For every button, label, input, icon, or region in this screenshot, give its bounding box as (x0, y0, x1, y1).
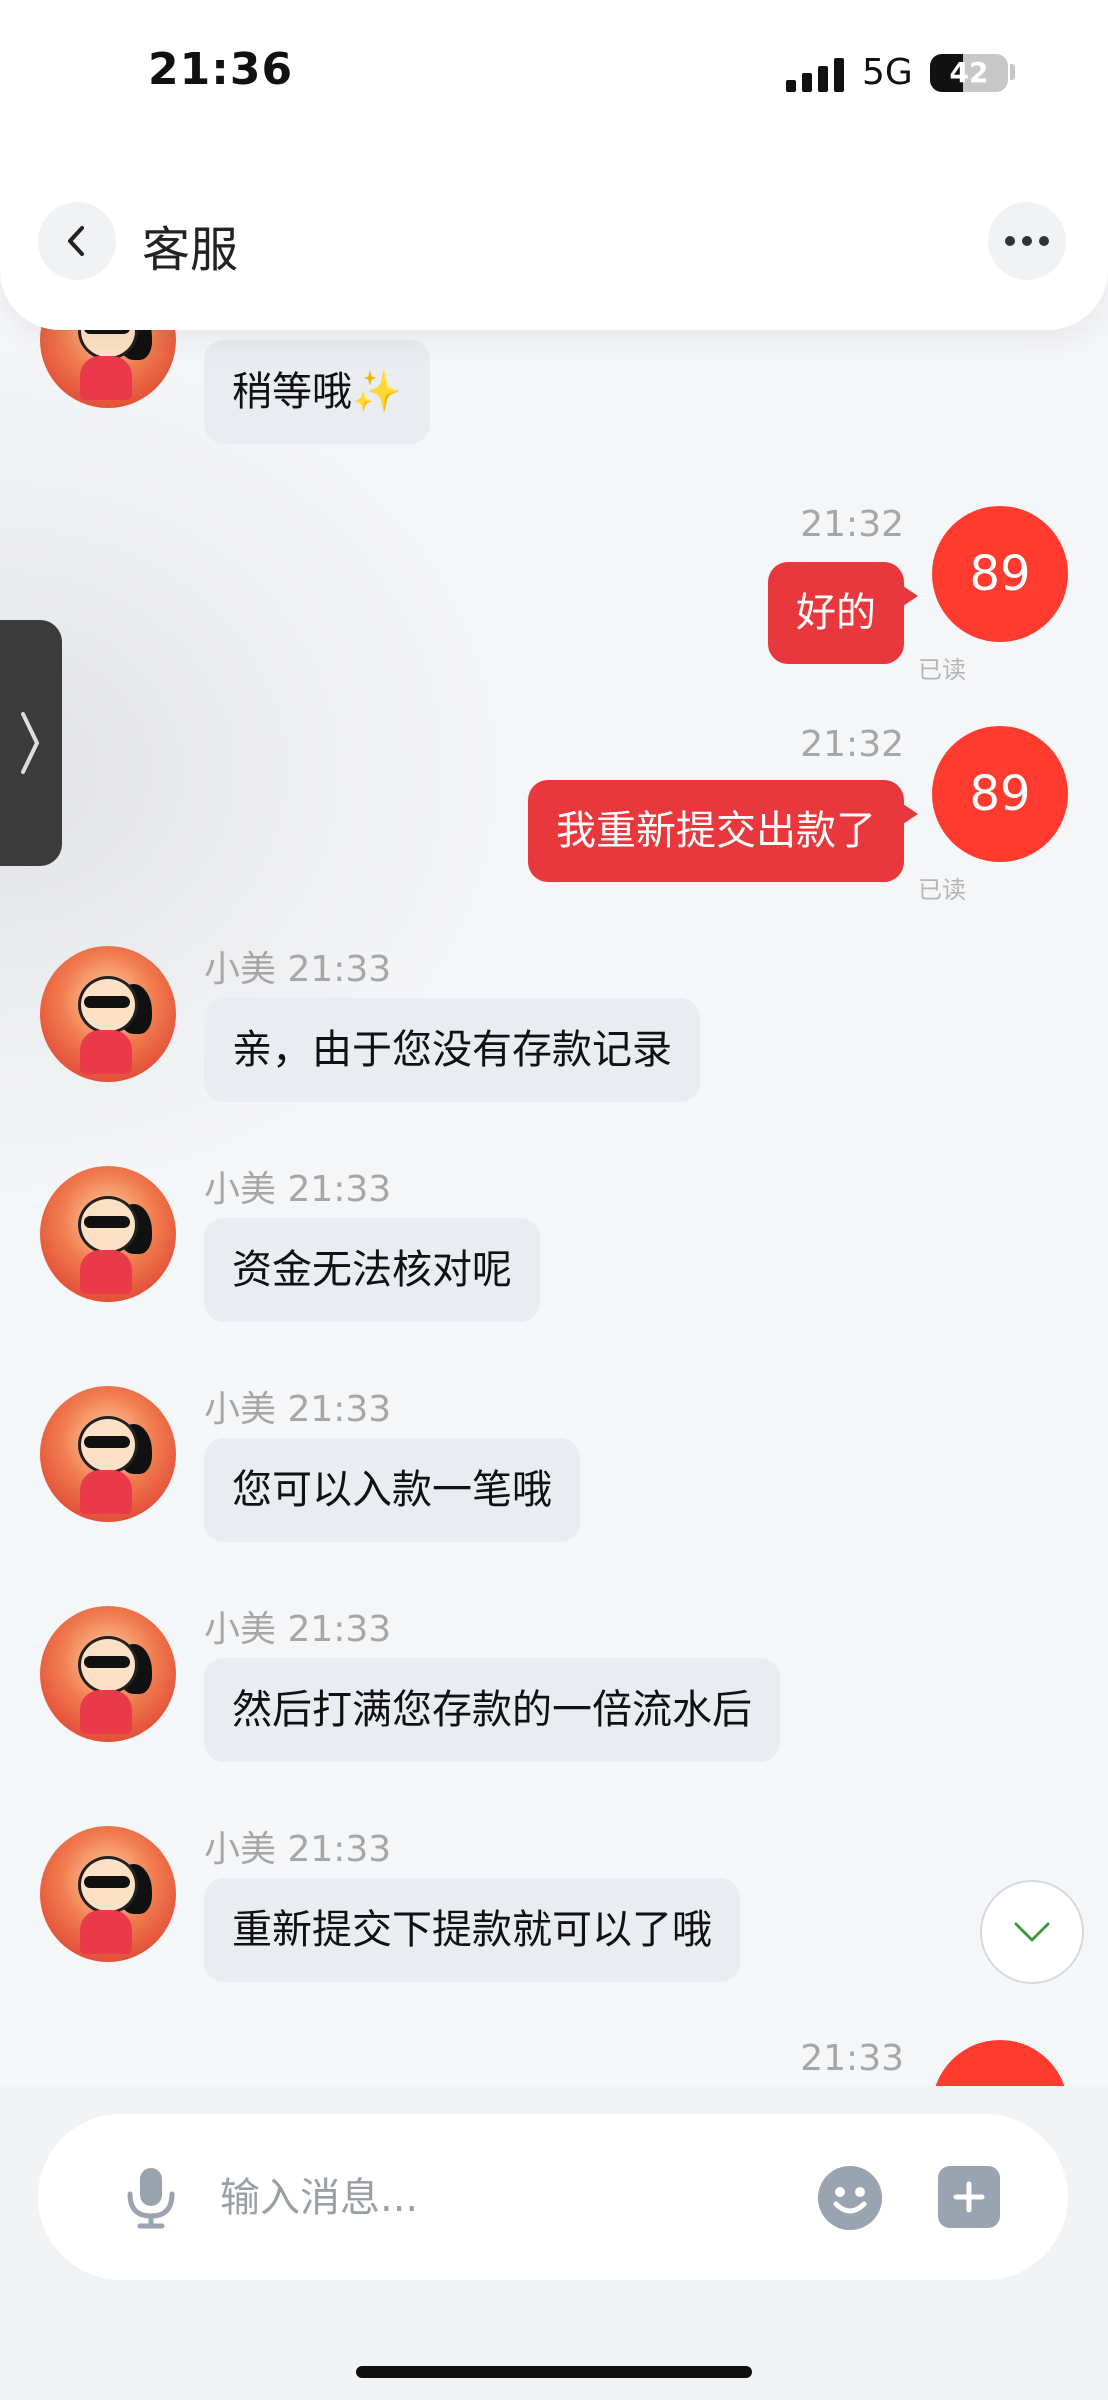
more-dots-icon (1005, 236, 1015, 246)
avatar-body (80, 1030, 132, 1074)
battery-icon: 42 (930, 54, 1008, 92)
message-bubble-incoming[interactable]: 然后打满您存款的一倍流水后 (204, 1658, 780, 1762)
avatar-body (80, 1250, 132, 1294)
agent-avatar[interactable] (40, 1166, 176, 1302)
message-bubble-outgoing[interactable]: 好的 (768, 562, 918, 664)
page-title: 客服 (142, 222, 239, 278)
more-button[interactable] (988, 202, 1066, 280)
message-bubble-incoming[interactable]: 您可以入款一笔哦 (204, 1438, 580, 1542)
message-input-container (38, 2114, 1068, 2280)
status-bar: 21:36 5G 42 (0, 0, 1108, 150)
message-time: 21:32 (800, 724, 904, 765)
avatar-glasses (84, 1876, 130, 1888)
agent-avatar[interactable] (40, 1826, 176, 1962)
battery-level: 42 (949, 56, 989, 89)
message-time: 21:32 (800, 504, 904, 545)
add-attachment-button[interactable] (938, 2166, 1000, 2228)
side-drawer-handle[interactable] (0, 620, 62, 866)
battery-tip (1010, 64, 1015, 80)
read-status: 已读 (918, 656, 966, 684)
avatar-body (80, 1910, 132, 1954)
back-button[interactable] (38, 202, 116, 280)
user-avatar-badge[interactable]: 89 (932, 726, 1068, 862)
emoji-icon[interactable] (818, 2166, 882, 2230)
chevron-down-icon (1014, 1922, 1050, 1942)
sender-name: 小美 21:33 (204, 1829, 392, 1870)
avatar-body (80, 356, 132, 400)
message-list[interactable]: 稍等哦✨ 21:32 好的 89 已读 21:32 我重新提交出款了 89 已读… (0, 300, 1108, 2086)
microphone-icon[interactable] (116, 2162, 186, 2232)
chevron-right-icon (21, 712, 40, 774)
avatar-glasses (84, 1436, 130, 1448)
agent-avatar[interactable] (40, 946, 176, 1082)
more-dot (1022, 236, 1032, 246)
agent-avatar[interactable] (40, 1386, 176, 1522)
more-dot (1039, 236, 1049, 246)
status-time: 21:36 (148, 44, 294, 95)
sender-name: 小美 21:33 (204, 1389, 392, 1430)
message-bubble-incoming[interactable]: 资金无法核对呢 (204, 1218, 540, 1322)
avatar-body (80, 1470, 132, 1514)
message-bubble-incoming[interactable]: 稍等哦✨ (204, 340, 430, 444)
message-input[interactable] (218, 2154, 822, 2242)
scroll-to-bottom-button[interactable] (980, 1880, 1084, 1984)
message-bubble-outgoing[interactable]: 我重新提交出款了 (528, 780, 918, 882)
message-bubble-incoming[interactable]: 重新提交下提款就可以了哦 (204, 1878, 740, 1982)
signal-icon (786, 58, 844, 92)
avatar-glasses (84, 996, 130, 1008)
message-bubble-incoming[interactable]: 亲，由于您没有存款记录 (204, 998, 700, 1102)
avatar-glasses (84, 1656, 130, 1668)
home-indicator[interactable] (356, 2366, 752, 2378)
avatar-body (80, 1690, 132, 1734)
plus-icon (953, 2181, 985, 2213)
avatar-glasses (84, 1216, 130, 1228)
back-arrow-icon (68, 226, 84, 256)
sender-name: 小美 21:33 (204, 1609, 392, 1650)
sender-name: 小美 21:33 (204, 949, 392, 990)
network-type: 5G (862, 52, 913, 93)
agent-avatar[interactable] (40, 1606, 176, 1742)
user-avatar-badge[interactable] (932, 2040, 1068, 2086)
read-status: 已读 (918, 876, 966, 904)
input-bar (0, 2086, 1108, 2400)
sender-name: 小美 21:33 (204, 1169, 392, 1210)
message-time: 21:33 (800, 2038, 904, 2079)
user-avatar-badge[interactable]: 89 (932, 506, 1068, 642)
